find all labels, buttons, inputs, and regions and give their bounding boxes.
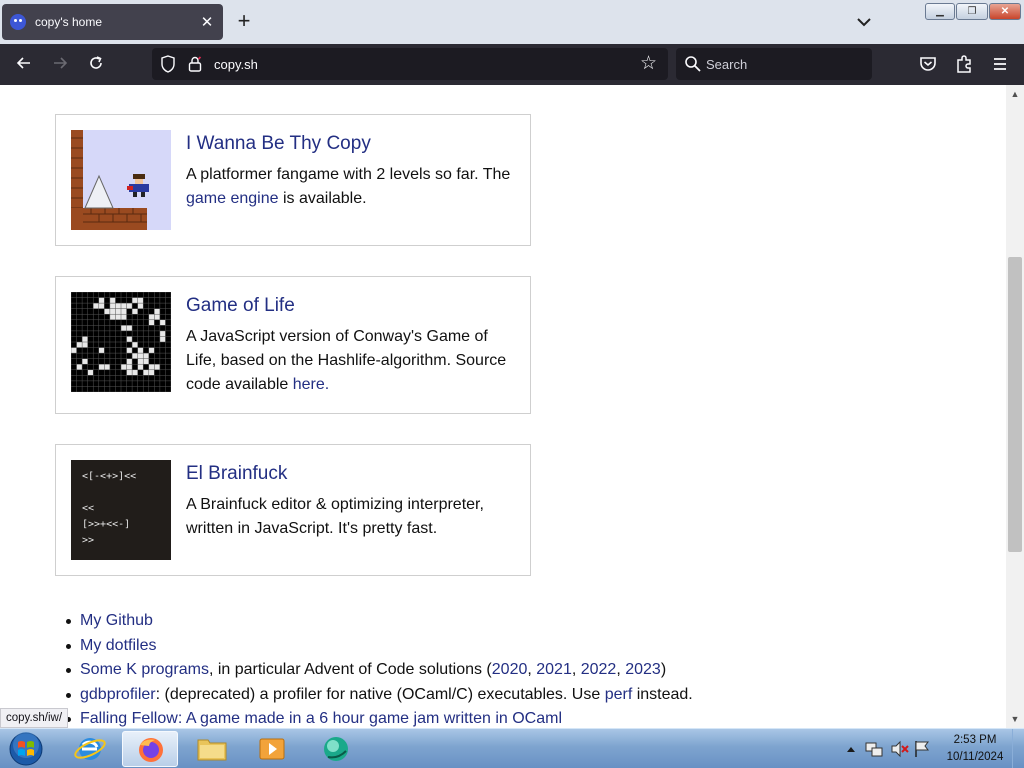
perf-link[interactable]: perf <box>605 686 633 703</box>
scroll-up-arrow-icon[interactable]: ▲ <box>1010 89 1020 99</box>
network-icon[interactable] <box>865 742 883 757</box>
taskbar-media-player[interactable] <box>244 731 300 767</box>
status-link-tooltip: copy.sh/iw/ <box>0 708 69 728</box>
window-minimize-button[interactable]: ▁ <box>925 3 955 20</box>
lock-icon[interactable] <box>188 56 202 72</box>
arrow-left-icon <box>16 57 30 69</box>
search-bar[interactable] <box>676 48 872 80</box>
project-title-game-of-life[interactable]: Game of Life <box>186 295 295 317</box>
taskbar-file-explorer[interactable] <box>184 731 240 767</box>
internet-explorer-icon <box>74 738 106 760</box>
project-title-iwbtc[interactable]: I Wanna Be Thy Copy <box>186 133 371 155</box>
list-item: gdbprofiler: (deprecated) a profiler for… <box>66 683 693 708</box>
list-item-text: ) <box>660 661 667 678</box>
list-item: My dotfiles <box>66 634 693 659</box>
clock-date: 10/11/2024 <box>946 751 1004 763</box>
source-here-link[interactable]: here. <box>293 376 329 393</box>
list-item: My Github <box>66 609 693 634</box>
gdbprofiler-link[interactable]: gdbprofiler <box>80 686 156 703</box>
extensions-puzzle-icon[interactable] <box>952 52 976 76</box>
new-tab-button[interactable]: + <box>232 10 256 34</box>
action-center-flag-icon[interactable] <box>915 741 929 757</box>
iwbtc-game-thumbnail[interactable] <box>71 130 171 230</box>
project-desc-el-brainfuck: A Brainfuck editor & optimizing interpre… <box>186 496 484 537</box>
taskbar-firefox[interactable] <box>122 731 178 767</box>
desc-text: is available. <box>278 190 367 207</box>
firefox-icon <box>139 738 163 762</box>
project-title-el-brainfuck[interactable]: El Brainfuck <box>186 463 287 485</box>
taskbar-clock[interactable]: 2:53 PM 10/11/2024 <box>940 732 1010 766</box>
desc-text: A JavaScript version of Conway's Game of… <box>186 328 507 393</box>
page-content: I Wanna Be Thy Copy A platformer fangame… <box>0 85 1006 728</box>
green-orb-app-icon <box>324 737 348 761</box>
back-button[interactable] <box>11 52 37 78</box>
aoc-2022-link[interactable]: 2022 <box>581 661 617 678</box>
pocket-icon[interactable] <box>916 52 940 76</box>
list-item-text: : (deprecated) a profiler for native (OC… <box>155 685 605 703</box>
el-brainfuck-thumbnail[interactable]: <[-<+>]<< << [>>+<<-] >> <box>71 460 171 560</box>
tab-copys-home[interactable]: copy's home ✕ <box>2 4 223 40</box>
page-scrollbar[interactable]: ▲ ▼ <box>1006 85 1024 728</box>
windows-start-icon[interactable] <box>6 731 46 767</box>
links-list: My Github My dotfiles Some K programs, i… <box>66 609 693 728</box>
scrollbar-thumb[interactable] <box>1008 257 1022 552</box>
project-card-el-brainfuck: <[-<+>]<< << [>>+<<-] >> El Brainfuck A Bra… <box>55 444 531 576</box>
list-item-text: instead. <box>632 685 693 703</box>
tracking-protection-shield-icon[interactable] <box>160 55 176 73</box>
github-link[interactable]: My Github <box>80 612 153 629</box>
list-all-tabs-button[interactable] <box>852 10 876 34</box>
code-line: <[-<+>]<< <box>82 471 137 482</box>
list-item: Falling Fellow: A game made in a 6 hour … <box>66 707 693 728</box>
code-line: << <box>82 503 95 514</box>
system-tray <box>847 740 929 758</box>
chevron-down-icon <box>857 18 871 27</box>
window-maximize-button[interactable]: ❐ <box>956 3 988 20</box>
falling-fellow-link[interactable]: Falling Fellow: A game made in a 6 hour … <box>80 710 562 727</box>
tab-title: copy's home <box>35 15 102 29</box>
aoc-2023-link[interactable]: 2023 <box>625 661 661 678</box>
tab-close-icon[interactable]: ✕ <box>195 13 219 31</box>
clock-time: 2:53 PM <box>953 734 997 746</box>
taskbar-green-app[interactable] <box>308 731 364 767</box>
forward-button[interactable] <box>47 52 73 78</box>
media-player-icon <box>259 738 285 760</box>
game-engine-link[interactable]: game engine <box>186 190 279 207</box>
tab-strip: copy's home ✕ + ▁ ❐ ✕ <box>0 0 1024 44</box>
bookmark-star-icon[interactable]: ☆ <box>640 52 657 75</box>
project-card-game-of-life: Game of Life A JavaScript version of Con… <box>55 276 531 414</box>
list-item: Some K programs, in particular Advent of… <box>66 658 693 683</box>
window-close-button[interactable]: ✕ <box>989 3 1021 20</box>
code-line: >> <box>82 535 95 546</box>
list-item-text: , in particular Advent of Code solutions… <box>208 661 492 678</box>
desc-text: A platformer fangame with 2 levels so fa… <box>186 166 511 183</box>
project-card-iwbtc: I Wanna Be Thy Copy A platformer fangame… <box>55 114 531 246</box>
game-of-life-thumbnail[interactable] <box>71 292 171 392</box>
volume-muted-icon[interactable] <box>891 740 909 758</box>
reload-button[interactable] <box>83 52 109 78</box>
aoc-2021-link[interactable]: 2021 <box>536 661 572 678</box>
url-text[interactable]: copy.sh <box>214 57 258 72</box>
arrow-right-icon <box>54 57 68 69</box>
show-desktop-button[interactable] <box>1012 729 1024 768</box>
address-bar[interactable]: copy.sh ☆ <box>152 48 668 80</box>
dotfiles-link[interactable]: My dotfiles <box>80 637 156 654</box>
show-hidden-icons-icon[interactable] <box>847 747 855 752</box>
project-desc-iwbtc: A platformer fangame with 2 levels so fa… <box>186 163 520 211</box>
code-line: [>>+<<-] <box>82 519 131 530</box>
windows-taskbar: 2:53 PM 10/11/2024 <box>0 728 1024 768</box>
scroll-down-arrow-icon[interactable]: ▼ <box>1010 714 1020 724</box>
project-desc-game-of-life: A JavaScript version of Conway's Game of… <box>186 325 520 397</box>
search-icon <box>685 56 701 72</box>
reload-icon <box>90 56 102 69</box>
k-programs-link[interactable]: Some K programs <box>80 661 209 678</box>
site-favicon-icon <box>10 14 26 30</box>
taskbar-internet-explorer[interactable] <box>62 731 118 767</box>
search-input[interactable] <box>706 54 856 74</box>
folder-icon <box>197 739 227 761</box>
aoc-2020-link[interactable]: 2020 <box>492 661 528 678</box>
hamburger-menu-icon[interactable] <box>988 52 1012 76</box>
